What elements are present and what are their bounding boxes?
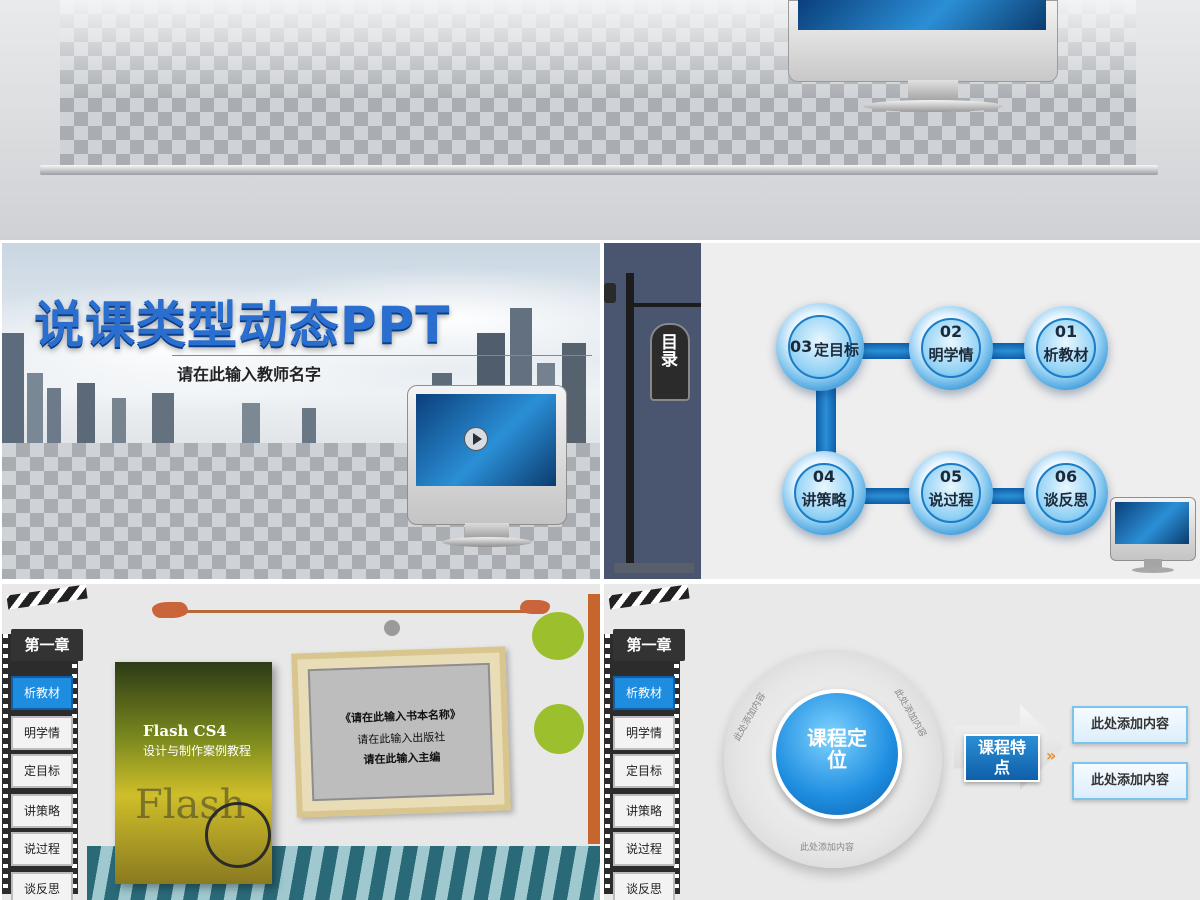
content-box-1-text: 此处添加内容 bbox=[1090, 717, 1169, 732]
monitor-graphic bbox=[788, 0, 1058, 115]
clock-icon bbox=[205, 802, 271, 868]
toc-num: 02 bbox=[939, 322, 963, 341]
book-subtitle: 设计与制作案例教程 bbox=[143, 744, 252, 758]
toc-circle-03[interactable]: 03 定目标 bbox=[776, 303, 864, 391]
center-circle[interactable]: 课程定位 bbox=[772, 689, 902, 819]
center-label: 课程定位 bbox=[807, 726, 867, 772]
toc-label: 明学情 bbox=[928, 346, 974, 364]
clothesline bbox=[172, 610, 542, 613]
lamp-post bbox=[626, 273, 634, 563]
lamp-icon bbox=[604, 283, 616, 303]
content-box-1[interactable]: 此处添加内容 bbox=[1072, 706, 1188, 744]
toc-num: 05 bbox=[939, 467, 963, 486]
sidebar-item-2[interactable]: 明学情 bbox=[613, 716, 675, 750]
dark-side-panel bbox=[604, 243, 701, 579]
content-box-2[interactable]: 此处添加内容 bbox=[1072, 762, 1188, 800]
sidebar-item-2[interactable]: 明学情 bbox=[11, 716, 73, 750]
toc-label: 析教材 bbox=[1043, 346, 1089, 364]
bird-icon bbox=[520, 600, 550, 614]
frame-publisher: 请在此输入出版社 bbox=[357, 730, 446, 747]
ring-text: 此处添加内容 bbox=[800, 843, 855, 853]
play-icon bbox=[464, 427, 488, 451]
lamp-base bbox=[614, 563, 694, 573]
tree-trunk bbox=[588, 594, 600, 844]
hanging-frame: 《请在此输入书本名称》 请在此输入出版社 请在此输入主编 bbox=[291, 646, 511, 818]
toc-circle-02[interactable]: 02 明学情 bbox=[909, 306, 993, 390]
toc-num: 03 bbox=[790, 337, 813, 356]
slide-toc[interactable]: 目录 03 定目标 02 明学情 01 析教材 04 讲策略 05 说过程 06… bbox=[604, 243, 1200, 579]
book-cover: Flash CS4 设计与制作案例教程 Flash bbox=[115, 662, 272, 884]
clapper-icon bbox=[6, 584, 88, 610]
title-underline bbox=[172, 355, 592, 356]
toc-label: 谈反思 bbox=[1043, 491, 1089, 509]
sidebar-item-4[interactable]: 讲策略 bbox=[11, 794, 73, 828]
toc-sign: 目录 bbox=[650, 323, 690, 401]
cover-subtitle: 请在此输入教师名字 bbox=[177, 365, 322, 384]
toc-circle-04[interactable]: 04 讲策略 bbox=[782, 451, 866, 535]
sidebar-item-6[interactable]: 谈反思 bbox=[613, 872, 675, 900]
cover-title: 说课类型动态PPT bbox=[34, 296, 451, 354]
sidebar-item-1[interactable]: 析教材 bbox=[613, 676, 675, 710]
toc-circle-05[interactable]: 05 说过程 bbox=[909, 451, 993, 535]
flower-icon bbox=[534, 704, 584, 754]
toc-num: 06 bbox=[1054, 467, 1078, 486]
toc-circle-01[interactable]: 01 析教材 bbox=[1024, 306, 1108, 390]
feature-label: 课程特点 bbox=[977, 738, 1026, 777]
bird-icon bbox=[152, 602, 188, 618]
slide-book[interactable]: 第一章 析教材 明学情 定目标 讲策略 说过程 谈反思 Flash CS4 设计… bbox=[2, 584, 600, 900]
clapper-icon bbox=[608, 584, 690, 610]
sidebar-item-4[interactable]: 讲策略 bbox=[613, 794, 675, 828]
monitor-graphic bbox=[407, 385, 569, 550]
frame-book-name: 《请在此输入书本名称》 bbox=[339, 707, 462, 726]
toc-label: 讲策略 bbox=[801, 491, 847, 509]
chapter-label: 第一章 bbox=[11, 629, 83, 661]
toc-circle-06[interactable]: 06 谈反思 bbox=[1024, 451, 1108, 535]
sidebar-item-5[interactable]: 说过程 bbox=[11, 832, 73, 866]
sidebar-item-3[interactable]: 定目标 bbox=[613, 754, 675, 788]
slide-banner bbox=[0, 0, 1200, 240]
sidebar-item-6[interactable]: 谈反思 bbox=[11, 872, 73, 900]
sidebar-item-5[interactable]: 说过程 bbox=[613, 832, 675, 866]
book-title: Flash CS4 bbox=[143, 722, 227, 740]
toc-sign-label: 目录 bbox=[657, 333, 677, 367]
frame-string bbox=[384, 620, 400, 636]
sidebar-item-3[interactable]: 定目标 bbox=[11, 754, 73, 788]
shelf-edge bbox=[40, 165, 1158, 175]
feature-badge[interactable]: 课程特点 bbox=[964, 734, 1040, 782]
sidebar-item-1[interactable]: 析教材 bbox=[11, 676, 73, 710]
slide-cover[interactable]: 说课类型动态PPT 请在此输入教师名字 bbox=[2, 243, 600, 579]
toc-num: 04 bbox=[812, 467, 836, 486]
toc-num: 01 bbox=[1054, 322, 1078, 341]
toc-label: 定目标 bbox=[814, 341, 860, 359]
toc-label: 说过程 bbox=[928, 491, 974, 509]
monitor-graphic bbox=[1110, 497, 1196, 579]
flower-icon bbox=[532, 612, 584, 660]
slide-course[interactable]: 第一章 析教材 明学情 定目标 讲策略 说过程 谈反思 此处添加内容 此处添加内… bbox=[604, 584, 1200, 900]
content-box-2-text: 此处添加内容 bbox=[1090, 773, 1169, 788]
chapter-label: 第一章 bbox=[613, 629, 685, 661]
lamp-arm bbox=[626, 303, 701, 307]
chevron-right-icon: » bbox=[1046, 746, 1057, 765]
frame-editor: 请在此输入主编 bbox=[363, 750, 441, 767]
